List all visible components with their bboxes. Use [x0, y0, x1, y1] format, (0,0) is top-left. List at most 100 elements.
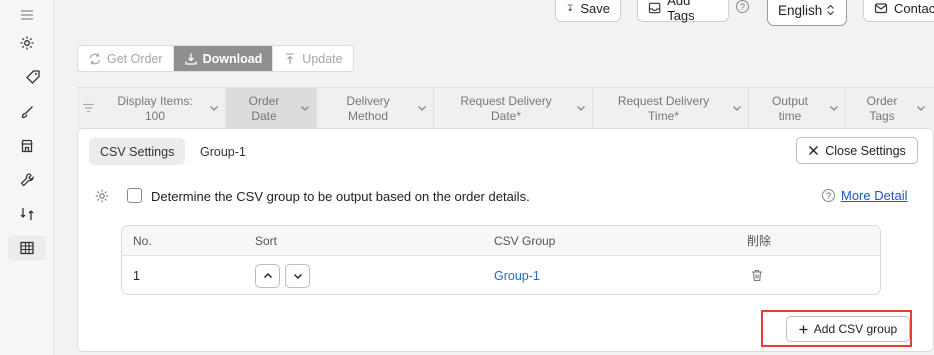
- column-label: Delivery: [346, 93, 390, 108]
- column-order-tags[interactable]: Order Tags: [846, 88, 932, 129]
- delete-button[interactable]: [751, 256, 763, 294]
- column-delivery-method[interactable]: Delivery Method: [317, 88, 434, 129]
- sidebar-item-tools[interactable]: [8, 167, 46, 193]
- get-order-button[interactable]: Get Order: [78, 46, 174, 71]
- sidebar-item-design[interactable]: [8, 99, 46, 125]
- save-label: Save: [580, 0, 610, 16]
- header-sort: Sort: [255, 233, 278, 248]
- add-csv-group-button[interactable]: Add CSV group: [786, 316, 910, 342]
- chevron-down-icon: [577, 106, 585, 111]
- table-row: 1 Group-1: [122, 256, 880, 294]
- contact-label: Contact: [894, 0, 934, 16]
- column-label: Output: [771, 93, 809, 108]
- column-sub: time: [778, 108, 802, 123]
- chevron-down-icon: [830, 106, 838, 111]
- download-label: Download: [202, 51, 263, 66]
- tab-label: Group-1: [200, 144, 246, 159]
- order-actions: Get Order Download Update: [77, 45, 354, 72]
- close-settings-button[interactable]: Close Settings: [796, 137, 918, 164]
- add-csv-group-highlight: Add CSV group: [761, 310, 912, 347]
- column-label: Display Items:: [117, 93, 193, 108]
- header-csv-group: CSV Group: [494, 233, 556, 248]
- group-by-details-checkbox[interactable]: [127, 188, 142, 203]
- plus-icon: [799, 325, 808, 333]
- filter-icon[interactable]: [77, 88, 99, 128]
- sidebar-item-settings[interactable]: [8, 30, 46, 56]
- inbox-icon: [648, 2, 661, 14]
- table-icon: [20, 241, 34, 255]
- sidebar-item-table[interactable]: [8, 235, 46, 261]
- download-button[interactable]: Download: [173, 46, 274, 71]
- tab-label: CSV Settings: [100, 144, 175, 159]
- row-no: 1: [133, 268, 140, 283]
- column-sub: Date*: [490, 108, 522, 123]
- column-request-delivery-date[interactable]: Request Delivery Date*: [434, 88, 593, 129]
- download-icon: [184, 53, 197, 65]
- sidebar-item-sync[interactable]: [8, 201, 46, 227]
- column-order-date[interactable]: Order Date: [226, 88, 317, 129]
- move-down-button[interactable]: [285, 263, 310, 288]
- table-header: No. Sort CSV Group 削除: [122, 226, 880, 256]
- chevron-down-icon: [293, 273, 302, 279]
- help-icon[interactable]: ?: [736, 0, 749, 13]
- sort-controls: [255, 256, 315, 294]
- chevron-down-icon: [733, 106, 741, 111]
- add-tags-button[interactable]: Add Tags: [637, 0, 729, 23]
- column-sub: Date: [251, 108, 277, 123]
- language-select[interactable]: English: [767, 0, 847, 26]
- wrench-icon: [20, 173, 34, 187]
- update-button[interactable]: Update: [273, 46, 352, 71]
- column-sub: 100: [144, 108, 165, 123]
- update-label: Update: [302, 51, 343, 66]
- close-icon: [809, 146, 819, 155]
- brush-icon: [21, 106, 33, 119]
- column-display-items[interactable]: Display Items: 100: [99, 88, 226, 129]
- header-no: No.: [133, 233, 152, 248]
- chevron-down-icon: [418, 106, 426, 111]
- menu-toggle-button[interactable]: [8, 2, 46, 28]
- column-label: Order: [866, 93, 898, 108]
- add-tags-label: Add Tags: [667, 0, 695, 23]
- refresh-icon: [89, 53, 101, 64]
- contact-button[interactable]: Contact: [863, 0, 934, 22]
- tab-csv-settings[interactable]: CSV Settings: [89, 138, 186, 165]
- column-label: Order: [248, 93, 280, 108]
- header-delete: 削除: [747, 234, 772, 248]
- column-request-delivery-time[interactable]: Request Delivery Time*: [593, 88, 749, 129]
- column-sub: Method: [347, 108, 389, 123]
- sync-icon: [20, 208, 34, 220]
- tag-icon: [26, 70, 40, 84]
- gear-icon: [95, 189, 109, 203]
- csv-group-table: No. Sort CSV Group 削除 1 Group-1: [121, 225, 881, 295]
- more-detail-link[interactable]: More Detail: [841, 188, 907, 203]
- chevron-down-icon: [210, 106, 218, 111]
- column-sub: Time*: [648, 108, 679, 123]
- chevron-up-icon: [263, 272, 272, 278]
- csv-settings-panel: CSV Settings Group-1 Close Settings Dete…: [77, 128, 934, 352]
- order-column-header: Display Items: 100 Order Date Delivery Meth…: [77, 87, 934, 129]
- hamburger-icon: [21, 10, 33, 20]
- tab-group-1[interactable]: Group-1: [189, 138, 257, 165]
- column-label: Request Delivery: [617, 93, 710, 108]
- get-order-label: Get Order: [107, 51, 163, 66]
- group-by-details-label: Determine the CSV group to be output bas…: [151, 189, 530, 204]
- help-icon: ?: [822, 189, 835, 202]
- sidebar-item-tags[interactable]: [14, 64, 52, 90]
- upload-icon: [286, 52, 295, 64]
- mail-icon: [874, 3, 888, 14]
- csv-group-link[interactable]: Group-1: [494, 256, 540, 294]
- move-up-button[interactable]: [255, 263, 280, 288]
- save-button[interactable]: Save: [555, 0, 621, 22]
- trash-icon: [752, 269, 762, 282]
- column-sub: Tags: [869, 108, 895, 123]
- more-detail: ? More Detail: [822, 188, 907, 203]
- chevron-down-icon: [301, 106, 309, 111]
- chevron-down-icon: [917, 106, 925, 111]
- save-icon: [567, 4, 573, 12]
- close-settings-label: Close Settings: [825, 143, 906, 158]
- sidebar-item-shop[interactable]: [8, 133, 46, 159]
- column-output-time[interactable]: Output time: [749, 88, 846, 129]
- shop-icon: [21, 139, 33, 153]
- updown-chevron-icon: [827, 4, 835, 16]
- language-value: English: [778, 2, 823, 18]
